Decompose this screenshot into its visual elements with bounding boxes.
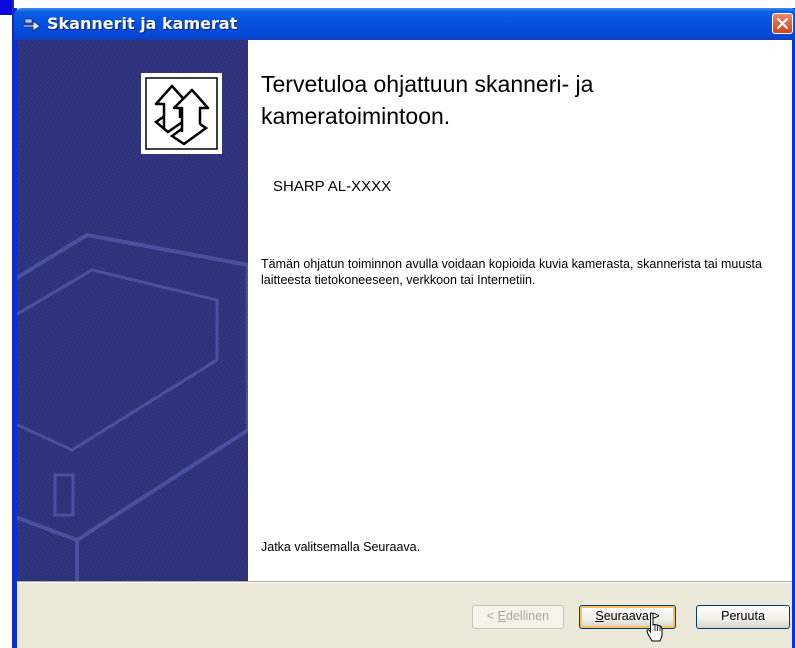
back-button-label: dellinen	[506, 609, 550, 623]
continue-hint: Jatka valitsemalla Seuraava.	[261, 540, 421, 554]
wizard-description: Tämän ohjatun toiminnon avulla voidaan k…	[261, 257, 762, 287]
close-icon	[776, 17, 789, 30]
next-button-mnemonic: S	[595, 609, 604, 623]
cancel-button[interactable]: Peruuta	[696, 605, 790, 629]
cancel-button-label: Peruuta	[721, 609, 765, 623]
wizard-window: Skannerit ja kamerat Tervetuloa ohjattuu…	[14, 8, 795, 648]
close-button[interactable]	[772, 13, 793, 34]
wizard-arrows-icon	[141, 73, 222, 154]
page-title: Tervetuloa ohjattuun skanneri- ja kamera…	[261, 71, 594, 129]
wizard-sidebar	[17, 40, 248, 581]
back-button[interactable]: < Edellinen	[472, 605, 564, 629]
button-separator	[17, 581, 792, 583]
title-bar[interactable]: Skannerit ja kamerat	[14, 8, 795, 40]
wizard-content: Tervetuloa ohjattuun skanneri- ja kamera…	[17, 40, 792, 581]
back-button-mnemonic: E	[497, 609, 507, 623]
device-name: SHARP AL-XXXX	[273, 178, 392, 195]
left-edge-strip	[0, 0, 14, 648]
hand-pointer-cursor	[646, 612, 663, 642]
window-title: Skannerit ja kamerat	[47, 14, 238, 33]
back-button-prefix: <	[486, 609, 498, 623]
scanner-camera-arrow-icon	[22, 16, 42, 32]
